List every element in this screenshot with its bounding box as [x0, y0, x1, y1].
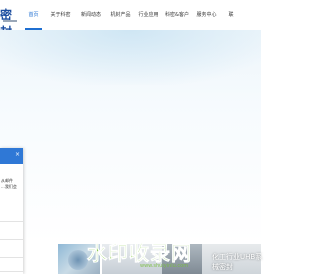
chat-message: 从邮件 ...我们会 — [1, 178, 25, 190]
chat-header: × — [0, 148, 23, 164]
chat-name-field[interactable] — [0, 210, 23, 222]
close-icon[interactable]: × — [15, 152, 20, 158]
hero-banner — [0, 30, 261, 244]
chat-message-line-2: ...我们会 — [1, 184, 17, 189]
nav-item-industry[interactable]: 行业应用 — [135, 0, 162, 30]
nav-item-about[interactable]: 关于科密 — [45, 0, 76, 30]
chat-phone-field[interactable] — [0, 228, 23, 240]
nav-item-clients[interactable]: 科密&客户 — [162, 0, 192, 30]
product-caption[interactable]: 化工行业UHB系 械密封 — [212, 252, 262, 272]
main-nav: 首页 关于科密 新闻动态 机封产品 行业应用 科密&客户 服务中心 联 — [22, 0, 241, 30]
chat-email-field[interactable] — [0, 246, 23, 258]
chat-message-field[interactable] — [0, 260, 23, 272]
nav-item-service[interactable]: 服务中心 — [192, 0, 221, 30]
banner-mist — [0, 30, 261, 85]
nav-item-home[interactable]: 首页 — [22, 0, 45, 30]
nav-item-news[interactable]: 新闻动态 — [76, 0, 106, 30]
nav-item-products[interactable]: 机封产品 — [106, 0, 135, 30]
chat-widget: × 从邮件 ...我们会 — [0, 148, 23, 274]
nav-item-contact[interactable]: 联 — [221, 0, 241, 30]
watermark-url: www.shuiyinlu.com — [140, 263, 189, 269]
caption-line-1: 化工行业UHB系 — [212, 253, 263, 261]
product-image-shape — [68, 250, 88, 270]
site-header: 密封 首页 关于科密 新闻动态 机封产品 行业应用 科密&客户 服务中心 联 — [0, 0, 261, 39]
caption-line-2: 械密封 — [212, 263, 233, 271]
watermark-text: 水印收录网 — [87, 241, 192, 266]
logo-underline — [3, 20, 17, 22]
